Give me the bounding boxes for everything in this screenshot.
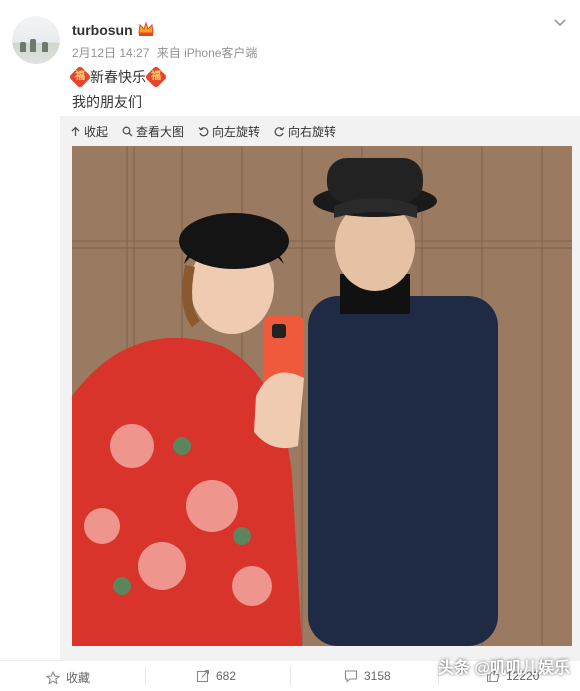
fu-emoji-icon: 福 xyxy=(144,65,168,89)
username[interactable]: turbosun xyxy=(72,22,133,38)
view-large-label: 查看大图 xyxy=(136,124,185,139)
photo-illustration xyxy=(72,146,572,646)
vip-crown-icon[interactable] xyxy=(137,21,155,37)
avatar[interactable] xyxy=(12,16,60,64)
comment-icon xyxy=(344,670,358,683)
comment-button[interactable]: 3158 xyxy=(344,669,391,683)
post-header: turbosun 2月12日 14:27 来自 iPhone客户端 福 新春快乐… xyxy=(0,0,580,115)
media-panel: 收起 查看大图 向左旋转 向右旋转 xyxy=(60,116,580,660)
post-text-line2: 我的朋友们 xyxy=(72,94,142,110)
repost-icon xyxy=(196,669,210,683)
rotate-left-label: 向左旋转 xyxy=(212,124,261,139)
post-date[interactable]: 2月12日 14:27 xyxy=(72,46,149,60)
view-large-button[interactable]: 查看大图 xyxy=(122,123,184,140)
media-toolbar: 收起 查看大图 向左旋转 向右旋转 xyxy=(70,122,336,140)
avatar-tree xyxy=(42,42,48,52)
rotate-right-button[interactable]: 向右旋转 xyxy=(274,123,336,140)
rotate-right-label: 向右旋转 xyxy=(288,124,337,139)
favorite-button[interactable]: 收藏 xyxy=(46,669,90,686)
chevron-down-icon[interactable] xyxy=(552,14,568,30)
rotate-left-icon xyxy=(198,126,209,136)
post-text-line1: 福 新春快乐 福 xyxy=(68,65,168,89)
arrow-up-icon xyxy=(71,126,80,136)
star-icon xyxy=(46,670,60,685)
watermark: 头条 @叽叽儿娱乐 xyxy=(437,660,570,677)
avatar-tree xyxy=(20,42,26,52)
collapse-label: 收起 xyxy=(84,124,109,139)
rotate-left-button[interactable]: 向左旋转 xyxy=(198,123,260,140)
divider xyxy=(290,667,291,685)
post-meta: 2月12日 14:27 来自 iPhone客户端 xyxy=(72,44,261,61)
comment-count: 3158 xyxy=(364,669,391,683)
divider xyxy=(145,667,146,685)
collapse-button[interactable]: 收起 xyxy=(70,123,108,140)
favorite-label: 收藏 xyxy=(66,671,91,685)
magnifier-icon xyxy=(122,126,133,136)
rotate-right-icon xyxy=(274,126,285,136)
repost-button[interactable]: 682 xyxy=(196,669,236,683)
repost-count: 682 xyxy=(216,669,237,683)
post-source: 来自 iPhone客户端 xyxy=(156,46,258,60)
fu-emoji-icon: 福 xyxy=(68,65,92,89)
avatar-tree xyxy=(30,39,36,52)
greeting-text: 新春快乐 xyxy=(90,69,146,85)
post-photo[interactable] xyxy=(72,146,572,646)
